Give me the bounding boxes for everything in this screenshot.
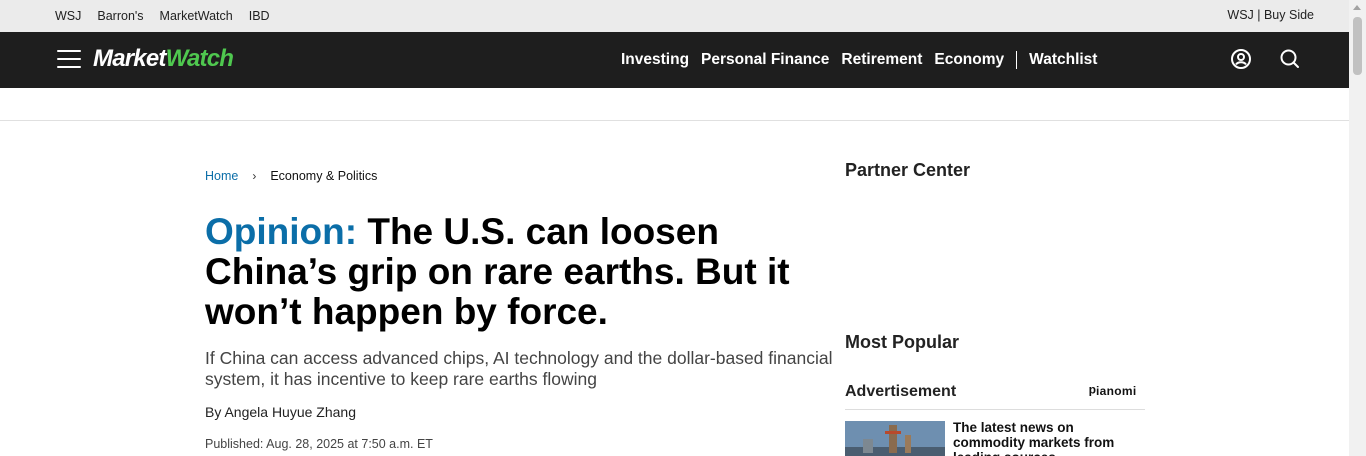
- published-timestamp: Published: Aug. 28, 2025 at 7:50 a.m. ET: [205, 437, 433, 451]
- partner-center-heading: Partner Center: [845, 160, 971, 180]
- breadcrumb-home[interactable]: Home: [205, 169, 238, 183]
- article-headline: Opinion: The U.S. can loosen China’s gri…: [205, 212, 835, 332]
- most-popular-heading: Most Popular: [845, 332, 960, 352]
- section-menu: Investing Personal Finance Retirement Ec…: [621, 51, 1109, 69]
- logo-part-watch: Watch: [165, 45, 234, 72]
- advertisement-label: Advertisement: [845, 383, 957, 400]
- chevron-right-icon: ›: [252, 169, 257, 183]
- svg-text:d: d: [1089, 385, 1096, 397]
- scrollbar-thumb[interactable]: [1353, 17, 1362, 75]
- nav-item-watchlist[interactable]: Watchlist: [1029, 51, 1097, 69]
- page-scrollbar[interactable]: [1349, 0, 1366, 456]
- scroll-up-arrow-icon[interactable]: [1353, 5, 1361, 10]
- nav-divider: [1016, 51, 1018, 69]
- svg-text:ianomi: ianomi: [1096, 385, 1136, 397]
- breadcrumb: Home › Economy & Politics: [205, 169, 377, 183]
- dianomi-logo[interactable]: d ianomi: [1088, 384, 1145, 400]
- barrons-link[interactable]: Barron's: [97, 9, 143, 23]
- article-dek: If China can access advanced chips, AI t…: [205, 348, 833, 389]
- nav-item-economy[interactable]: Economy: [934, 51, 1004, 69]
- search-icon[interactable]: [1279, 48, 1301, 70]
- marketwatch-link[interactable]: MarketWatch: [160, 9, 233, 23]
- utility-bar: WSJ Barron's MarketWatch IBD WSJ | Buy S…: [0, 0, 1349, 32]
- ad-headline[interactable]: The latest news on commodity markets fro…: [953, 420, 1143, 456]
- marketwatch-logo[interactable]: MarketWatch: [93, 45, 234, 73]
- nav-item-personal-finance[interactable]: Personal Finance: [701, 51, 829, 69]
- ad-thumbnail[interactable]: [845, 421, 945, 456]
- menu-icon[interactable]: [57, 50, 81, 70]
- nav-item-investing[interactable]: Investing: [621, 51, 689, 69]
- wsj-link[interactable]: WSJ: [55, 9, 81, 23]
- sister-sites: WSJ Barron's MarketWatch IBD: [55, 9, 270, 23]
- main-nav: MarketWatch Investing Personal Finance R…: [0, 32, 1349, 88]
- ibd-link[interactable]: IBD: [249, 9, 270, 23]
- nav-item-retirement[interactable]: Retirement: [841, 51, 922, 69]
- wsj-buy-side-link[interactable]: WSJ | Buy Side: [1227, 8, 1314, 22]
- byline[interactable]: By Angela Huyue Zhang: [205, 404, 356, 420]
- advertisement-header: Advertisement d ianomi: [845, 382, 1145, 410]
- header-divider: [0, 120, 1349, 121]
- logo-part-market: Market: [93, 45, 166, 72]
- user-icon[interactable]: [1230, 48, 1252, 70]
- breadcrumb-section[interactable]: Economy & Politics: [270, 169, 377, 183]
- opinion-label: Opinion:: [205, 211, 358, 252]
